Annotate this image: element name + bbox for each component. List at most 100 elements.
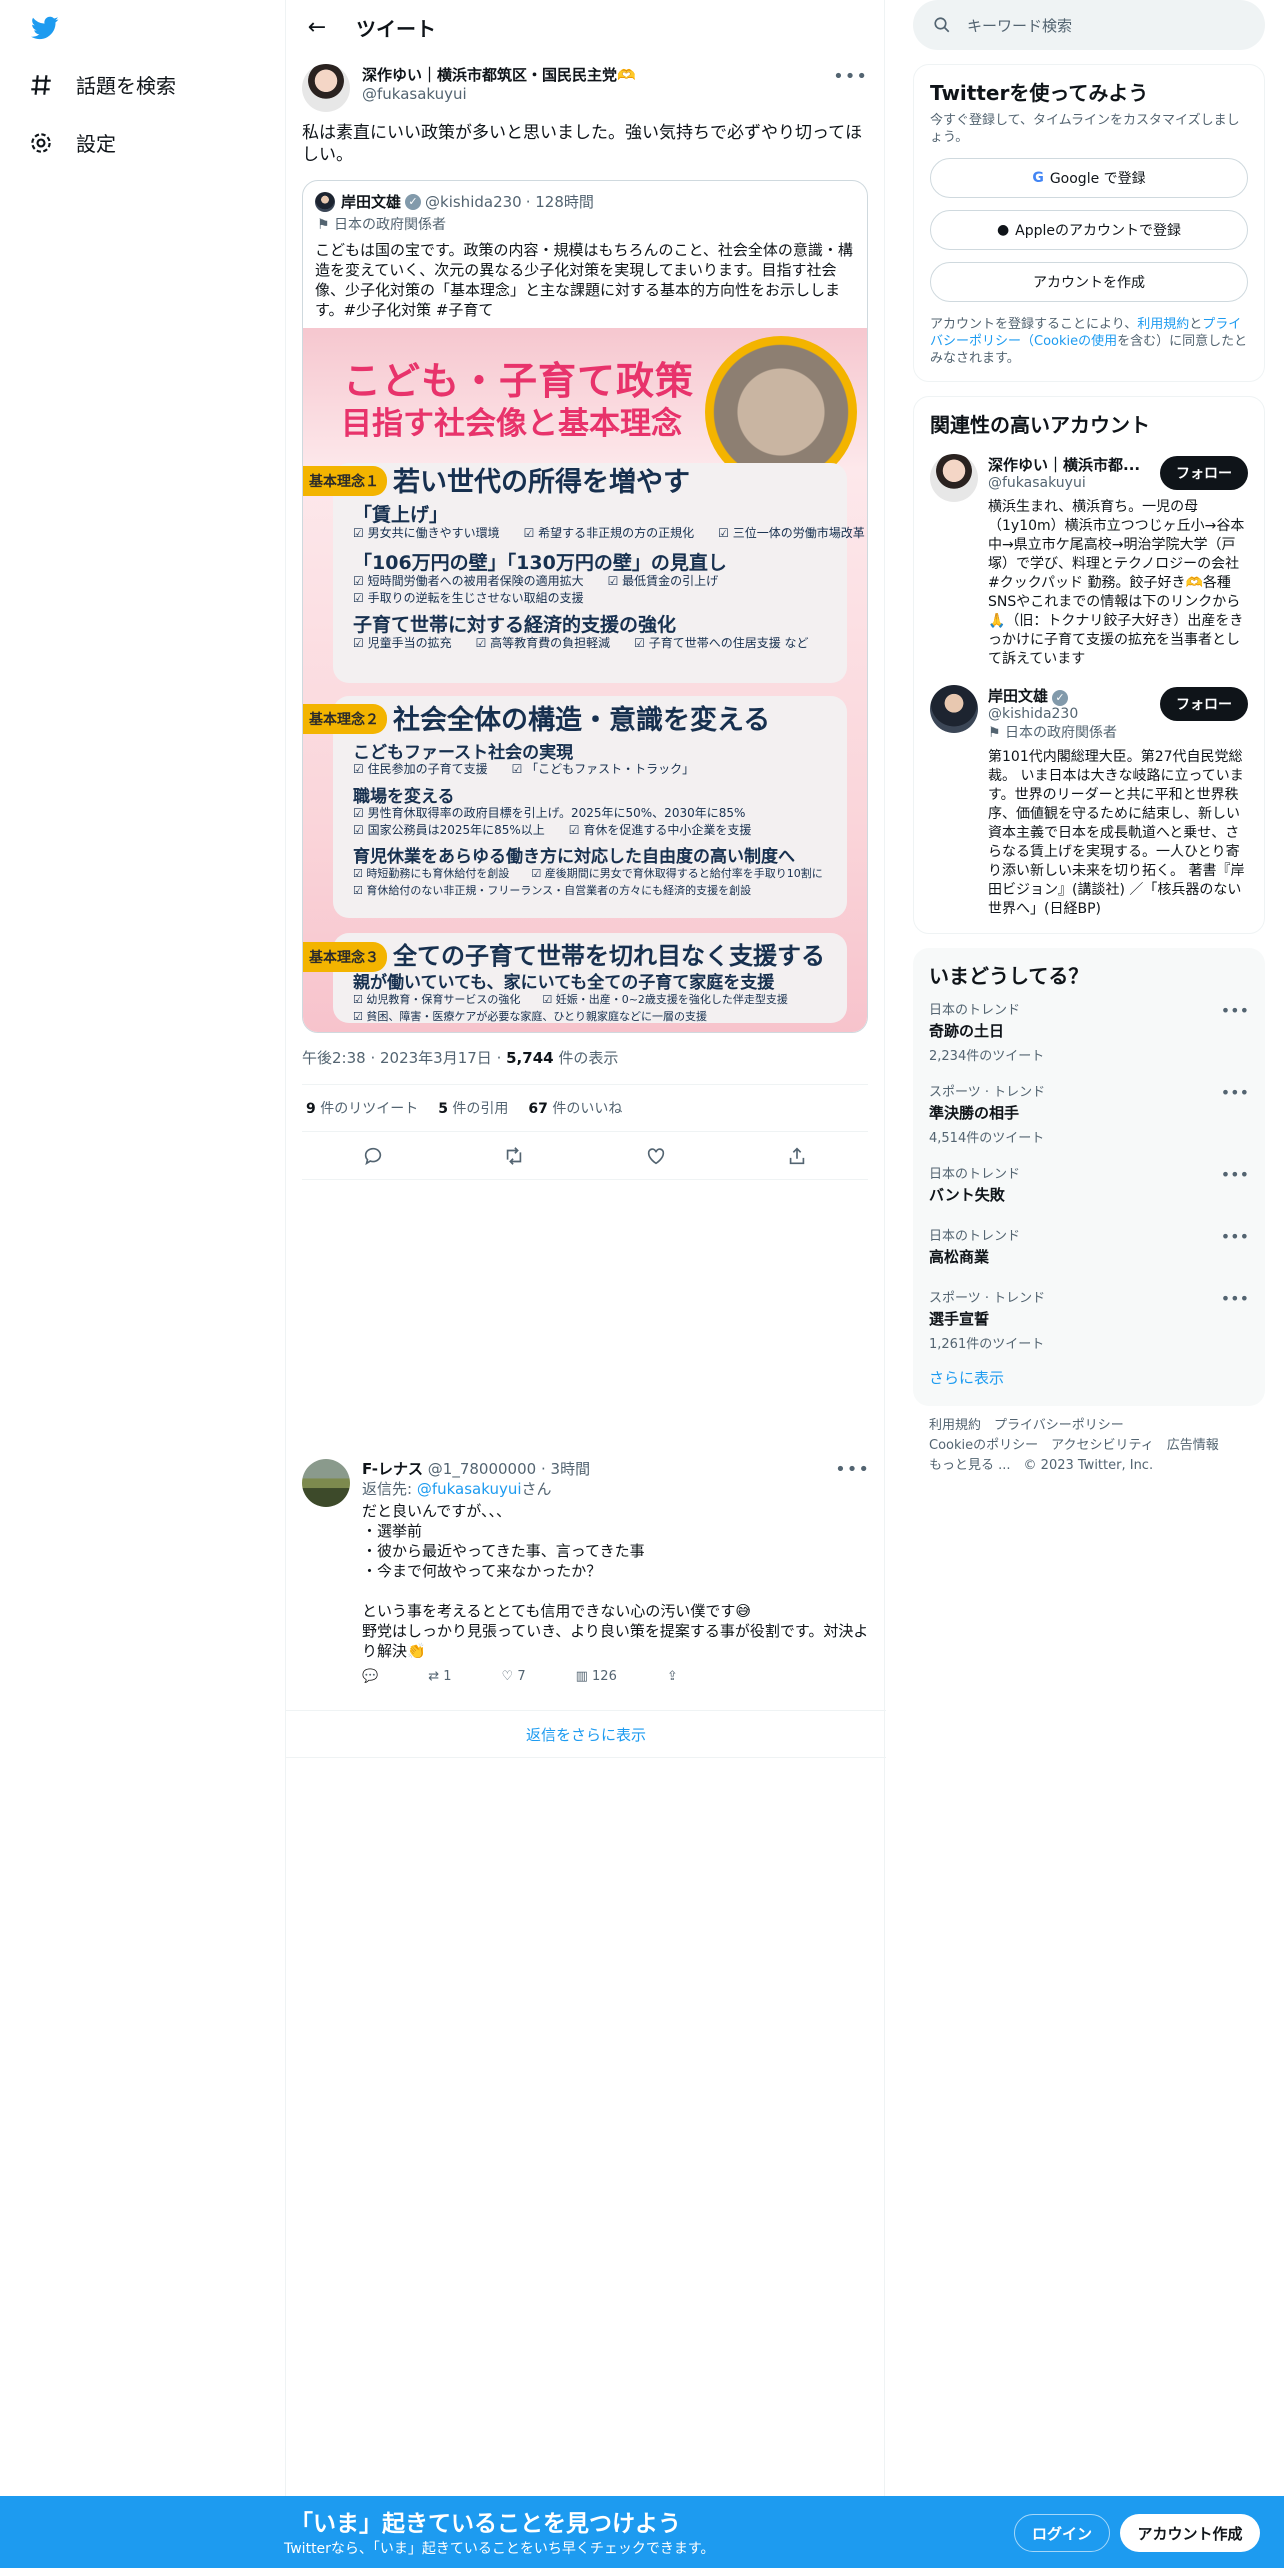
tweet-stats: 9 件のリツイート 5 件の引用 67 件のいいね bbox=[302, 1084, 868, 1132]
more-options-icon[interactable]: ••• bbox=[835, 1459, 870, 1480]
right-sidebar: キーワード検索 Twitterを使ってみよう 今すぐ登録して、タイムラインをカス… bbox=[913, 0, 1265, 1486]
tweet-date[interactable]: 2023年3月17日 bbox=[380, 1049, 492, 1067]
reply-avatar[interactable] bbox=[302, 1459, 350, 1507]
poster-subtitle: 目指す社会像と基本理念 bbox=[341, 406, 682, 442]
footer-link[interactable]: もっと見る ... bbox=[929, 1458, 1011, 1473]
author-name[interactable]: 深作ゆい｜横浜市都筑区・国民民主党🫶 bbox=[362, 64, 636, 85]
left-sidebar: 話題を検索 設定 bbox=[0, 0, 285, 2568]
trend-name: 準決勝の相手 bbox=[929, 1104, 1020, 1122]
apple-signup-button[interactable]: ● Appleのアカウントで登録 bbox=[930, 210, 1248, 250]
author-handle[interactable]: @fukasakuyui bbox=[362, 85, 636, 103]
reply-reply-icon[interactable]: 💬 bbox=[362, 1669, 378, 1684]
avatar[interactable] bbox=[302, 64, 350, 112]
signup-title: Twitterを使ってみよう bbox=[930, 81, 1149, 105]
related-handle: @fukasakuyui bbox=[988, 475, 1086, 491]
poster-title: こども・子育て政策 bbox=[343, 359, 695, 403]
signup-card: Twitterを使ってみよう 今すぐ登録して、タイムラインをカスタマイズしましょ… bbox=[913, 64, 1265, 382]
follow-button[interactable]: フォロー bbox=[1160, 687, 1248, 721]
reply-like-button[interactable]: ♡ 7 bbox=[502, 1669, 526, 1684]
reply-author-name[interactable]: F-レナス bbox=[362, 1460, 423, 1478]
footer-link[interactable]: Cookieのポリシー bbox=[929, 1438, 1038, 1453]
analytics-icon: ▥ bbox=[575, 1669, 588, 1684]
avatar[interactable] bbox=[930, 454, 978, 502]
trend-item[interactable]: スポーツ · トレンド 準決勝の相手 4,514件のツイート ••• bbox=[929, 1071, 1249, 1153]
related-bio: 第101代内閣総理大臣。第27代自民党総裁。 いま日本は大きな岐路に立っています… bbox=[988, 749, 1245, 917]
trend-item[interactable]: 日本のトレンド 高松商業 ••• bbox=[929, 1215, 1249, 1277]
like-icon[interactable] bbox=[645, 1145, 667, 1167]
google-signup-label: Google で登録 bbox=[1049, 171, 1146, 187]
legal-text: と bbox=[1189, 317, 1203, 332]
terms-link[interactable]: 利用規約 bbox=[1137, 317, 1189, 332]
signup-button[interactable]: アカウント作成 bbox=[1120, 2514, 1260, 2552]
trend-item[interactable]: 日本のトレンド バント失敗 ••• bbox=[929, 1153, 1249, 1215]
twitter-logo-icon[interactable] bbox=[30, 14, 60, 42]
quote-avatar bbox=[315, 191, 335, 212]
quote-text: こどもは国の宝です。政策の内容・規模はもちろんのこと、社会全体の意識・構造を変え… bbox=[315, 241, 853, 319]
reply-to-link[interactable]: @fukasakuyui bbox=[417, 1480, 522, 1498]
trend-context: スポーツ · トレンド bbox=[929, 1085, 1046, 1100]
create-account-button[interactable]: アカウントを作成 bbox=[930, 262, 1248, 302]
apple-icon: ● bbox=[996, 222, 1010, 238]
reply-actions: 💬 ⇄ 1 ♡ 7 ▥ 126 ⇪ bbox=[362, 1669, 870, 1684]
like-stat[interactable]: 67 件のいいね bbox=[528, 1098, 622, 1118]
show-more-trends-link[interactable]: さらに表示 bbox=[929, 1359, 1249, 1392]
more-options-icon[interactable]: ••• bbox=[1221, 1289, 1249, 1308]
quote-header: 岸田文雄 ✓ @kishida230 · 128時間 bbox=[303, 181, 867, 214]
footer-link[interactable]: 広告情報 bbox=[1167, 1438, 1219, 1453]
trend-item[interactable]: スポーツ · トレンド 選手宣誓 1,261件のツイート ••• bbox=[929, 1277, 1249, 1359]
main-column: ← ツイート 深作ゆい｜横浜市都筑区・国民民主党🫶 @fukasakuyui •… bbox=[285, 0, 886, 2568]
trend-item[interactable]: 日本のトレンド 奇跡の土日 2,234件のツイート ••• bbox=[929, 989, 1249, 1071]
poster-badge-2: 基本理念２ bbox=[303, 704, 387, 734]
signup-legal: アカウントを登録することにより、利用規約とプライバシーポリシー（Cookieの使… bbox=[930, 316, 1248, 367]
trend-name: 選手宣誓 bbox=[929, 1310, 990, 1328]
reply-retweet-button[interactable]: ⇄ 1 bbox=[428, 1669, 451, 1684]
reply-views-button[interactable]: ▥ 126 bbox=[576, 1669, 617, 1684]
reply-time[interactable]: · 3時間 bbox=[541, 1460, 590, 1478]
poster-item-detail: ☑ 住民参加の子育て支援 ☑ 「こどもファスト・トラック」 bbox=[353, 762, 695, 776]
share-icon[interactable] bbox=[786, 1145, 808, 1167]
reply-share-icon[interactable]: ⇪ bbox=[667, 1669, 678, 1684]
related-account[interactable]: 岸田文雄 ✓ @kishida230 フォロー ⚑ 日本の政府関係者 第101代内… bbox=[930, 685, 1248, 919]
quoted-tweet[interactable]: 岸田文雄 ✓ @kishida230 · 128時間 ⚑ 日本の政府関係者 こど… bbox=[302, 180, 868, 1033]
footer-link[interactable]: プライバシーポリシー bbox=[994, 1418, 1124, 1433]
poster-item-detail: ☑ 男性育休取得率の政府目標を引上げ。2025年に50%、2030年に85% ☑… bbox=[353, 806, 752, 837]
more-options-icon[interactable]: ••• bbox=[1221, 1001, 1249, 1020]
related-account[interactable]: 深作ゆい｜横浜市都... @fukasakuyui フォロー 横浜生まれ、横浜育… bbox=[930, 454, 1248, 669]
more-options-icon[interactable]: ••• bbox=[1221, 1165, 1249, 1184]
trend-name: 高松商業 bbox=[929, 1248, 990, 1266]
trend-context: 日本のトレンド bbox=[929, 1229, 1021, 1244]
quote-image[interactable]: こども・子育て政策 目指す社会像と基本理念 基本理念１ 若い世代の所得を増やす … bbox=[303, 328, 867, 1032]
search-input[interactable]: キーワード検索 bbox=[913, 0, 1265, 50]
reply-handle[interactable]: @1_78000000 bbox=[428, 1460, 536, 1478]
reply-tweet[interactable]: F-レナス @1_78000000 · 3時間 返信先: @fukasakuyu… bbox=[286, 1455, 886, 1711]
follow-button[interactable]: フォロー bbox=[1160, 456, 1248, 490]
retweet-label: 件のリツイート bbox=[320, 1101, 419, 1117]
google-signup-button[interactable]: G Google で登録 bbox=[930, 158, 1248, 198]
retweet-stat[interactable]: 9 件のリツイート bbox=[306, 1098, 418, 1118]
trend-count: 2,234件のツイート bbox=[929, 1049, 1045, 1064]
footer-link[interactable]: 利用規約 bbox=[929, 1418, 981, 1433]
quote-stat[interactable]: 5 件の引用 bbox=[438, 1098, 508, 1118]
poster-item-detail: ☑ 短時間労働者への被用者保険の適用拡大 ☑ 最低賃金の引上げ ☑ 手取りの逆転… bbox=[353, 574, 719, 605]
nav-explore[interactable]: 話題を検索 bbox=[28, 70, 176, 99]
retweet-icon[interactable] bbox=[503, 1145, 525, 1167]
login-button[interactable]: ログイン bbox=[1014, 2514, 1110, 2552]
trend-context: 日本のトレンド bbox=[929, 1167, 1021, 1182]
retweet-count: 9 bbox=[306, 1101, 316, 1117]
related-name: 深作ゆい｜横浜市都... bbox=[988, 456, 1141, 474]
poster-heading-3: 全ての子育て世帯を切れ目なく支援する bbox=[393, 942, 825, 970]
more-options-icon[interactable]: ••• bbox=[1221, 1083, 1249, 1102]
like-icon: ♡ bbox=[501, 1669, 514, 1684]
flag-icon: ⚑ bbox=[988, 725, 1006, 741]
quote-label-text: 日本の政府関係者 bbox=[334, 217, 447, 233]
search-placeholder: キーワード検索 bbox=[967, 16, 1073, 35]
more-options-icon[interactable]: ••• bbox=[833, 66, 868, 87]
back-arrow-icon[interactable]: ← bbox=[300, 10, 334, 44]
footer-link[interactable]: アクセシビリティ bbox=[1051, 1438, 1154, 1453]
reply-icon[interactable] bbox=[362, 1145, 384, 1167]
show-more-replies-button[interactable]: 返信をさらに表示 bbox=[286, 1712, 886, 1758]
nav-settings[interactable]: 設定 bbox=[28, 128, 116, 157]
tweet-time[interactable]: 午後2:38 bbox=[302, 1049, 366, 1067]
avatar[interactable] bbox=[930, 685, 978, 733]
more-options-icon[interactable]: ••• bbox=[1221, 1227, 1249, 1246]
